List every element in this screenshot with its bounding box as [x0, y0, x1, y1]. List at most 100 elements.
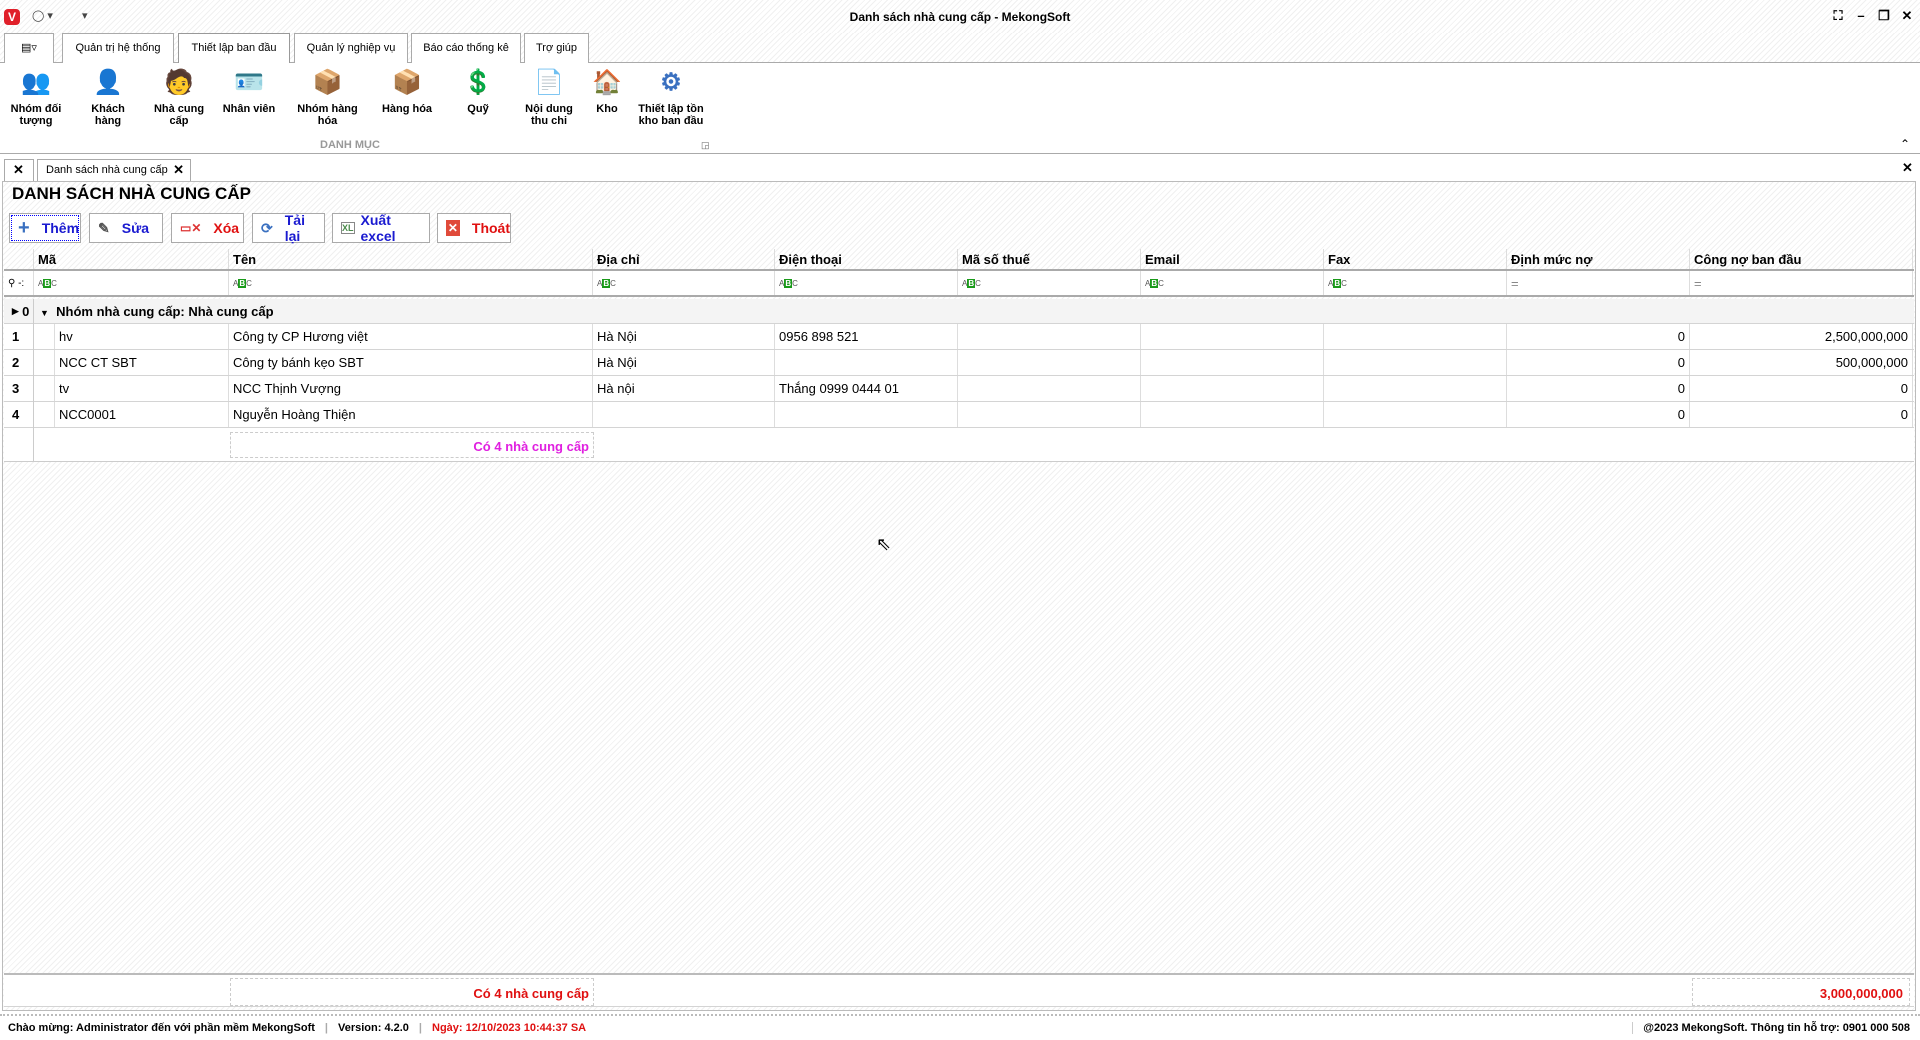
close-all-tabs-button[interactable]: ✕	[4, 159, 34, 181]
dialog-launcher-icon[interactable]: ◲	[701, 140, 710, 151]
exit-button[interactable]: ✕ Thoát	[437, 213, 511, 243]
table-cell[interactable]	[1141, 350, 1324, 375]
table-row[interactable]: 2 NCC CT SBT Công ty bánh kẹo SBT Hà Nội 0 50…	[4, 350, 1914, 376]
ribbon-button-6[interactable]: 📦 Hàng hóa	[375, 67, 439, 116]
ribbon-icon: 📦	[312, 69, 343, 96]
table-cell[interactable]: 0	[1507, 402, 1690, 427]
edit-button[interactable]: ✎ Sửa	[89, 213, 163, 243]
filter-row: ⚲ -: ABC ABC ABC ABC ABC ABC ABC = =	[4, 271, 1914, 297]
table-cell[interactable]: NCC Thịnh Vượng	[229, 376, 593, 401]
table-cell[interactable]: 500,000,000	[1690, 350, 1913, 375]
ribbon-icon: 🏠	[592, 69, 622, 96]
table-cell[interactable]: 0	[1507, 324, 1690, 349]
column-header[interactable]: Fax	[1324, 249, 1507, 269]
table-cell[interactable]	[958, 350, 1141, 375]
table-cell[interactable]	[1324, 402, 1507, 427]
fullscreen-icon[interactable]: ⛶	[1829, 8, 1847, 24]
table-cell[interactable]: Hà Nội	[593, 324, 775, 349]
table-cell[interactable]: hv	[54, 324, 229, 349]
table-cell[interactable]: NCC CT SBT	[54, 350, 229, 375]
ribbon-button-5[interactable]: 📦 Nhóm hàng hóa	[290, 67, 365, 128]
table-cell[interactable]: 0	[1507, 350, 1690, 375]
tab-tro-giup[interactable]: Trợ giúp	[524, 33, 589, 63]
table-cell[interactable]	[1324, 350, 1507, 375]
filter-cell[interactable]: ABC	[229, 271, 593, 295]
column-header[interactable]: Định mức nợ	[1507, 249, 1690, 269]
ribbon-button-2[interactable]: 👤 Khách hàng	[80, 67, 136, 128]
table-cell[interactable]: Công ty bánh kẹo SBT	[229, 350, 593, 375]
table-cell[interactable]	[1141, 324, 1324, 349]
table-cell[interactable]: 0	[1507, 376, 1690, 401]
ribbon-button-10[interactable]: ⚙ Thiết lập tồn kho ban đầu	[630, 67, 712, 128]
doc-tab[interactable]: Danh sách nhà cung cấp ✕	[37, 159, 191, 181]
table-cell[interactable]	[593, 402, 775, 427]
table-cell[interactable]: Thắng 0999 0444 01	[775, 376, 958, 401]
table-cell[interactable]	[958, 402, 1141, 427]
table-cell[interactable]	[1324, 376, 1507, 401]
filter-cell[interactable]: ABC	[1141, 271, 1324, 295]
filter-cell[interactable]: ABC	[1324, 271, 1507, 295]
filter-cell[interactable]: =	[1507, 271, 1690, 295]
expand-icon[interactable]: ▼	[40, 308, 49, 318]
table-cell[interactable]: 0	[1690, 376, 1913, 401]
filter-cell[interactable]: =	[1690, 271, 1913, 295]
column-header[interactable]: Điện thoại	[775, 249, 958, 269]
table-cell[interactable]: Hà Nội	[593, 350, 775, 375]
filter-cell[interactable]: ABC	[958, 271, 1141, 295]
table-cell[interactable]	[958, 376, 1141, 401]
table-cell[interactable]: 2,500,000,000	[1690, 324, 1913, 349]
delete-button[interactable]: ▭✕ Xóa	[171, 213, 244, 243]
reload-button[interactable]: ⟳ Tải lại	[252, 212, 325, 244]
ribbon-button-4[interactable]: 🪪 Nhân viên	[218, 67, 280, 116]
tab-quan-tri[interactable]: Quản trị hệ thống	[62, 33, 174, 63]
tab-bao-cao[interactable]: Báo cáo thống kê	[411, 33, 521, 63]
table-row[interactable]: 1 hv Công ty CP Hương việt Hà Nội 0956 898 5…	[4, 324, 1914, 350]
close-window-button[interactable]: ✕	[1898, 8, 1916, 24]
table-cell[interactable]	[1324, 324, 1507, 349]
table-cell[interactable]: Công ty CP Hương việt	[229, 324, 593, 349]
ribbon-button-9[interactable]: 🏠 Kho	[588, 67, 626, 116]
document-tabs: ✕ Danh sách nhà cung cấp ✕ ✕	[0, 157, 1920, 181]
table-cell[interactable]: 0956 898 521	[775, 324, 958, 349]
column-header[interactable]: Tên	[229, 249, 593, 269]
column-header[interactable]: Mã số thuế	[958, 249, 1141, 269]
tab-thiet-lap[interactable]: Thiết lập ban đầu	[178, 33, 290, 64]
ribbon-button-label: Nội dung thu chi	[525, 103, 573, 127]
column-header[interactable]: Mã	[34, 249, 229, 269]
ribbon-button-1[interactable]: 👥 Nhóm đối tượng	[4, 67, 68, 128]
table-cell[interactable]: tv	[54, 376, 229, 401]
ribbon-menu-button[interactable]: ▤▿	[4, 33, 54, 63]
minimize-button[interactable]: –	[1852, 8, 1870, 23]
ribbon-button-3[interactable]: 🧑 Nhà cung cấp	[145, 67, 213, 128]
table-cell[interactable]	[775, 350, 958, 375]
column-header[interactable]: Công nợ ban đầu	[1690, 249, 1913, 269]
ribbon-button-7[interactable]: 💲 Quỹ	[450, 67, 506, 116]
table-cell[interactable]: Hà nội	[593, 376, 775, 401]
table-cell[interactable]	[1141, 402, 1324, 427]
table-cell[interactable]: 0	[1690, 402, 1913, 427]
add-button[interactable]: + Thêm	[9, 213, 81, 243]
ribbon-button-label: Nhóm hàng hóa	[297, 103, 358, 127]
group-row[interactable]: ▸ 0 ▼ Nhóm nhà cung cấp: Nhà cung cấp	[4, 299, 1914, 324]
table-cell[interactable]: Nguyễn Hoàng Thiện	[229, 402, 593, 427]
filter-cell[interactable]: ABC	[593, 271, 775, 295]
filter-cell[interactable]: ABC	[775, 271, 958, 295]
close-tab-icon[interactable]: ✕	[173, 160, 184, 180]
table-row[interactable]: 4 NCC0001 Nguyễn Hoàng Thiện 0 0	[4, 402, 1914, 428]
restore-button[interactable]: ❐	[1875, 8, 1893, 24]
table-cell[interactable]	[775, 402, 958, 427]
collapse-ribbon-icon[interactable]: ⌃	[1900, 137, 1910, 151]
table-cell[interactable]: NCC0001	[54, 402, 229, 427]
table-cell[interactable]	[1141, 376, 1324, 401]
column-header[interactable]: Địa chỉ	[593, 249, 775, 269]
table-row[interactable]: 3 tv NCC Thịnh Vượng Hà nội Thắng 0999 0444 …	[4, 376, 1914, 402]
close-document-icon[interactable]: ✕	[1902, 160, 1913, 176]
ribbon-button-8[interactable]: 📄 Nội dung thu chi	[516, 67, 582, 128]
table-cell[interactable]	[958, 324, 1141, 349]
equals-icon: =	[1694, 275, 1702, 291]
tab-quan-ly[interactable]: Quản lý nghiệp vụ	[294, 33, 408, 63]
ribbon-button-label: Kho	[596, 103, 618, 115]
export-excel-button[interactable]: XL Xuất excel	[332, 212, 430, 244]
filter-cell[interactable]: ABC	[34, 271, 229, 295]
column-header[interactable]: Email	[1141, 249, 1324, 269]
